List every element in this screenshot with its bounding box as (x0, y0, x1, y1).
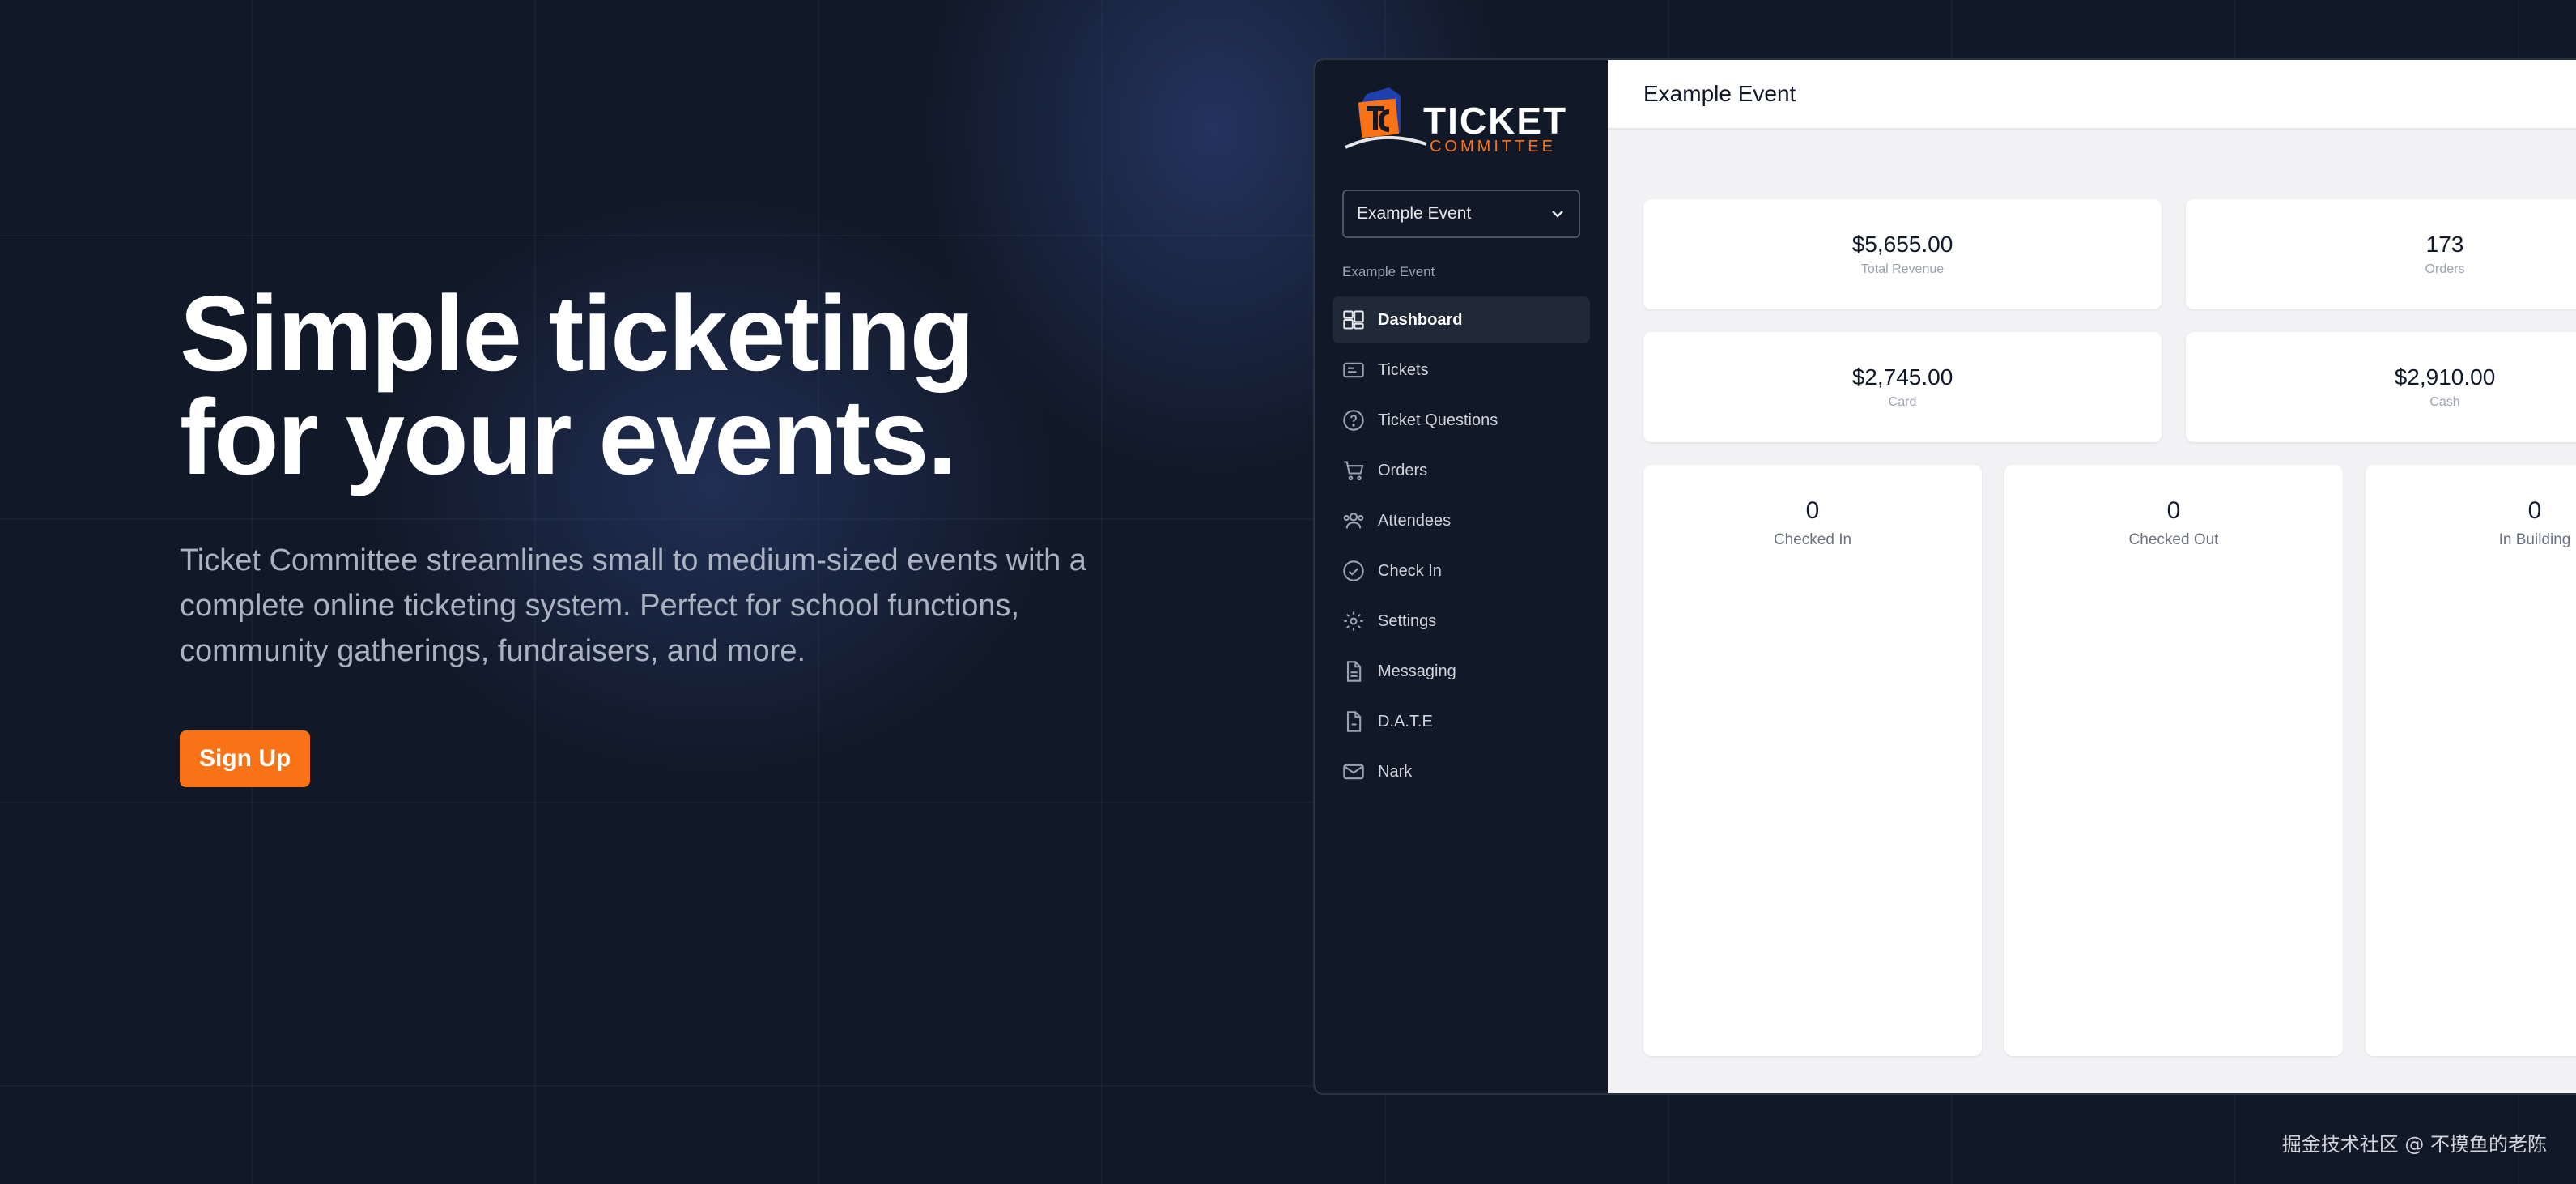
checkin-card-checked-out: 0 Checked Out (2004, 465, 2343, 1056)
sidebar-item-label: Attendees (1378, 511, 1452, 530)
file-icon (1346, 711, 1362, 732)
signup-button[interactable]: Sign Up (180, 730, 311, 787)
stat-card-total-revenue: $5,655.00 Total Revenue (1643, 199, 2162, 309)
sidebar-nav: Dashboard Tickets Ticket Questions Order… (1333, 296, 1590, 799)
logo-text-committee: COMMITTEE (1430, 138, 1556, 155)
sidebar-item-dashboard[interactable]: Dashboard (1333, 296, 1590, 343)
sidebar-item-tickets[interactable]: Tickets (1333, 347, 1590, 394)
hero-title-line1: Simple ticketing (180, 274, 975, 393)
sidebar-item-label: Settings (1378, 611, 1437, 630)
sidebar-item-attendees[interactable]: Attendees (1333, 497, 1590, 544)
document-icon (1346, 661, 1362, 682)
check-circle-icon (1343, 560, 1364, 581)
users-icon (1343, 513, 1364, 529)
sidebar-item-nark[interactable]: Nark (1333, 748, 1590, 795)
sidebar-item-label: Dashboard (1378, 310, 1463, 329)
checkin-card-checked-in: 0 Checked In (1643, 465, 1982, 1056)
checkin-card-in-building: 0 In Building (2366, 465, 2576, 1056)
stat-value: $2,910.00 (2394, 364, 2496, 390)
stat-value: $5,655.00 (1851, 232, 1953, 257)
sidebar-item-settings[interactable]: Settings (1333, 598, 1590, 645)
sidebar-item-messaging[interactable]: Messaging (1333, 648, 1590, 695)
ticket-icon (1343, 362, 1364, 378)
stat-value: $2,745.00 (1851, 364, 1953, 390)
cart-icon (1344, 461, 1364, 481)
stat-label: Card (1888, 395, 1917, 409)
hero-title: Simple ticketing for your events. (180, 280, 1192, 491)
stat-value: 173 (2425, 232, 2464, 257)
watermark: 掘金技术社区 @ 不摸鱼的老陈 (2281, 1133, 2547, 1156)
ticket-committee-logo[interactable]: TICKET COMMITTEE (1342, 76, 1569, 190)
dashboard-icon (1343, 310, 1364, 330)
checkin-label: Checked In (1773, 531, 1852, 548)
stat-label: Total Revenue (1860, 262, 1945, 276)
stat-label: Cash (2429, 395, 2460, 409)
sidebar-item-label: Orders (1378, 461, 1428, 479)
sidebar-item-label: Tickets (1378, 360, 1429, 379)
sidebar-item-label: Check In (1378, 561, 1442, 580)
sidebar-item-ticket-questions[interactable]: Ticket Questions (1333, 397, 1590, 444)
chevron-down-icon (1552, 211, 1563, 218)
checkin-value: 0 (2527, 497, 2542, 524)
stat-card-card: $2,745.00 Card (1643, 332, 2162, 442)
page-title: Example Event (1608, 60, 2576, 130)
hero-section: Simple ticketing for your events. Ticket… (180, 280, 1192, 787)
question-icon (1343, 410, 1364, 431)
checkin-label: Checked Out (2128, 531, 2219, 548)
stat-card-cash: $2,910.00 Cash (2186, 332, 2576, 442)
sidebar-item-label: Messaging (1378, 662, 1456, 680)
checkin-label: In Building (2498, 531, 2571, 548)
sidebar-item-check-in[interactable]: Check In (1333, 547, 1590, 594)
hero-subtitle: Ticket Committee streamlines small to me… (180, 543, 1086, 668)
app-preview-window: TICKET COMMITTEE Example Event Example E… (1313, 58, 2576, 1095)
hero-title-line2: for your events. (180, 377, 957, 496)
stat-card-orders: 173 Orders (2186, 199, 2576, 309)
logo-mark-icon (1345, 87, 1427, 149)
event-select-value: Example Event (1357, 204, 1472, 223)
main-content: Example Event $5,655.00 Total Revenue 17… (1608, 60, 2576, 1093)
sidebar-item-orders[interactable]: Orders (1333, 447, 1590, 494)
sidebar-item-label: Nark (1378, 762, 1413, 781)
event-select[interactable]: Example Event (1342, 190, 1580, 238)
sidebar-item-label: D.A.T.E (1378, 712, 1433, 730)
mail-icon (1343, 764, 1364, 780)
checkin-value: 0 (1805, 497, 1820, 524)
stat-label: Orders (2425, 262, 2465, 276)
sidebar-item-date[interactable]: D.A.T.E (1333, 698, 1590, 745)
sidebar: TICKET COMMITTEE Example Event Example E… (1315, 60, 1608, 1093)
checkin-value: 0 (2166, 497, 2181, 524)
logo-text-ticket: TICKET (1423, 100, 1568, 142)
sidebar-section-label: Example Event (1342, 264, 1435, 279)
sidebar-item-label: Ticket Questions (1378, 411, 1498, 429)
gear-icon (1344, 611, 1363, 631)
